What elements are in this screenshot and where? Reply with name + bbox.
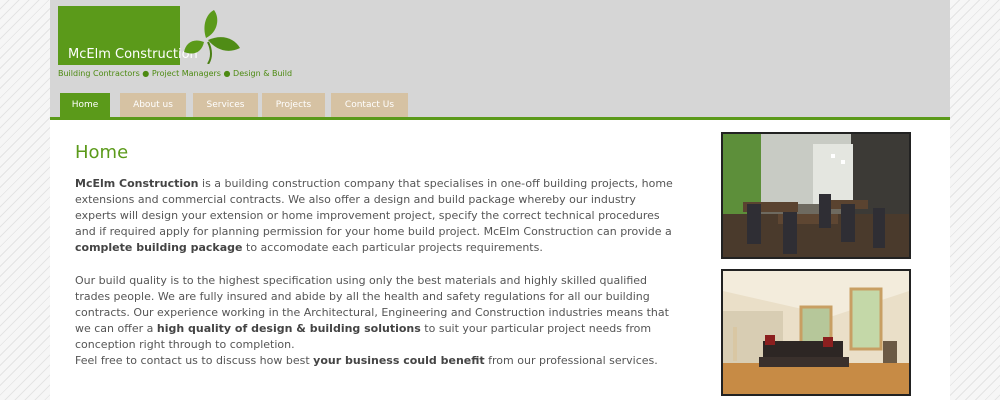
contact-text-2: from our professional services. [484, 354, 658, 367]
intro-text-2: to accomodate each particular projects r… [242, 241, 543, 254]
business-benefit-bold: your business could benefit [313, 354, 485, 367]
logo[interactable]: McElm Construction [58, 6, 198, 65]
leaf-icon [184, 10, 240, 64]
living-room-photo [721, 269, 911, 396]
contact-text-1: Feel free to contact us to discuss how b… [75, 354, 314, 367]
quality-paragraph: Our build quality is to the highest spec… [75, 273, 675, 353]
contact-paragraph: Feel free to contact us to discuss how b… [75, 353, 675, 369]
nav-services[interactable]: Services [193, 93, 258, 118]
restaurant-interior-photo [721, 132, 911, 259]
company-name-bold: McElm Construction [75, 177, 199, 190]
nav-home[interactable]: Home [60, 93, 110, 118]
page: McElm Construction Building Contractors … [50, 0, 950, 400]
design-solutions-bold: high quality of design & building soluti… [156, 322, 421, 335]
page-title: Home [75, 142, 129, 163]
site-header: McElm Construction Building Contractors … [50, 0, 950, 118]
nav-divider [50, 117, 950, 120]
site-name: McElm Construction [68, 47, 198, 62]
site-tagline: Building Contractors ● Project Managers … [58, 69, 293, 78]
nav-contact-us[interactable]: Contact Us [331, 93, 408, 118]
complete-package-bold: complete building package [75, 241, 243, 254]
intro-paragraph: McElm Construction is a building constru… [75, 176, 675, 256]
nav-about-us[interactable]: About us [120, 93, 186, 118]
nav-projects[interactable]: Projects [262, 93, 325, 118]
main-content: Home McElm Construction is a building co… [75, 142, 675, 367]
